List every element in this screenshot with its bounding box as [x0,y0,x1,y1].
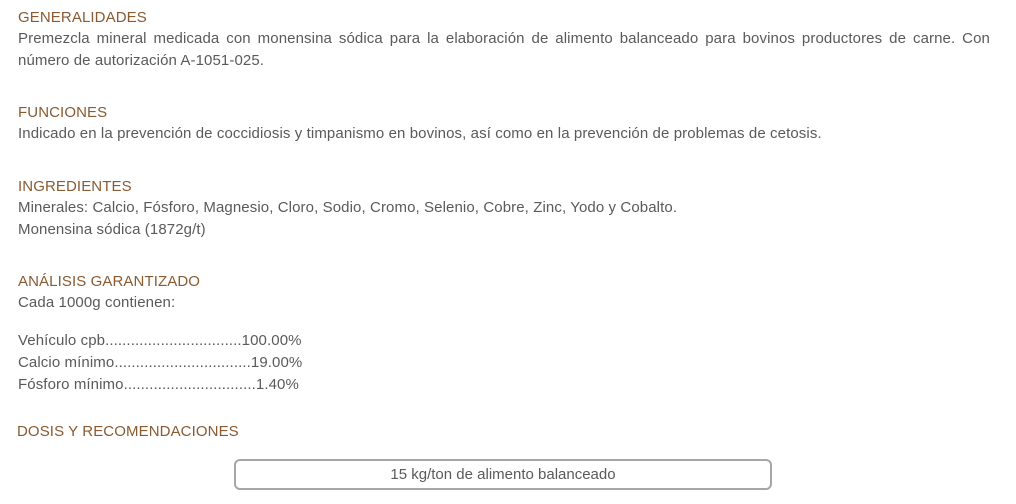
analisis-section: ANÁLISIS GARANTIZADO Cada 1000g contiene… [18,272,990,396]
ingredientes-line-1: Minerales: Calcio, Fósforo, Magnesio, Cl… [18,199,678,216]
funciones-heading: FUNCIONES [18,104,108,121]
funciones-body: Indicado en la prevención de coccidiosis… [18,125,822,142]
dosis-section: DOSIS Y RECOMENDACIONES [17,422,989,442]
generalidades-body: Premezcla mineral medicada con monensina… [18,30,990,69]
dosis-heading: DOSIS Y RECOMENDACIONES [17,423,239,440]
dosis-box: 15 kg/ton de alimento balanceado [234,459,772,490]
analisis-intro: Cada 1000g contienen: [18,294,176,311]
ingredientes-heading: INGREDIENTES [18,178,132,195]
dosis-box-text: 15 kg/ton de alimento balanceado [390,466,616,483]
ingredientes-section: INGREDIENTES Minerales: Calcio, Fósforo,… [18,177,990,241]
analisis-row-fosforo: Fósforo mínimo..........................… [18,376,299,393]
generalidades-section: GENERALIDADES Premezcla mineral medicada… [18,8,990,72]
analisis-row-calcio: Calcio mínimo...........................… [18,354,303,371]
generalidades-heading: GENERALIDADES [18,9,147,26]
ingredientes-line-2: Monensina sódica (1872g/t) [18,221,206,238]
funciones-section: FUNCIONES Indicado en la prevención de c… [18,103,990,145]
analisis-heading: ANÁLISIS GARANTIZADO [18,273,201,290]
analisis-row-vehiculo: Vehículo cpb............................… [18,332,302,349]
